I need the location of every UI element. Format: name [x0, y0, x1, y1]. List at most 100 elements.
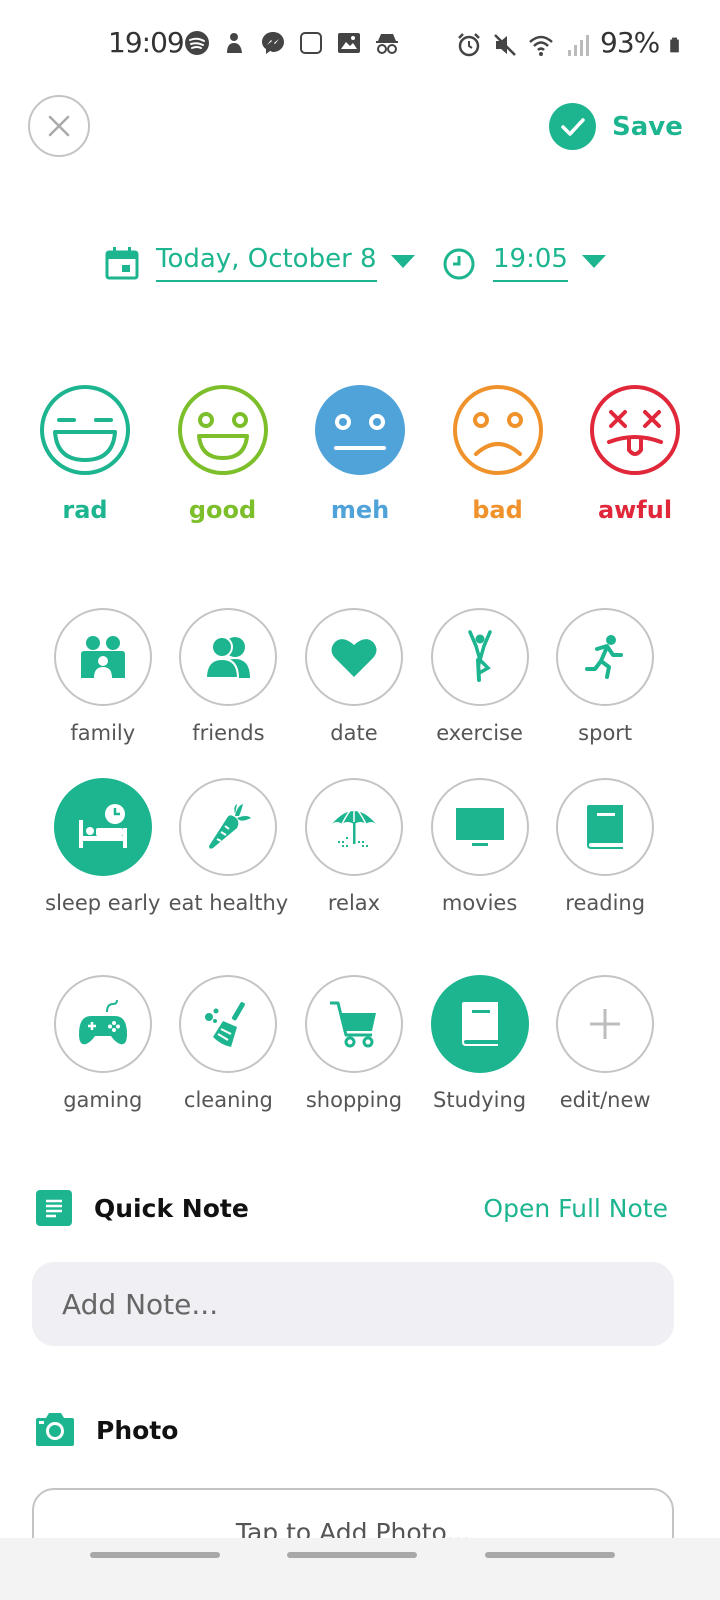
activity-circle: [430, 608, 529, 706]
save-label: Save: [612, 111, 683, 142]
activity-edit-new[interactable]: edit/new: [542, 975, 668, 1125]
mood-label: rad: [62, 496, 108, 524]
camera-icon: [36, 1413, 74, 1446]
navigation-bar: [0, 1538, 720, 1600]
activity-circle: [556, 975, 655, 1073]
calendar-icon: [105, 247, 139, 280]
mood-good[interactable]: good: [158, 384, 288, 524]
rad-face-icon: [40, 385, 130, 475]
note-icon: [36, 1190, 72, 1226]
battery-percent: 93%: [600, 26, 660, 59]
activity-family[interactable]: family: [40, 608, 166, 778]
activity-circle: [556, 778, 655, 876]
status-bar: 19:09 93%: [0, 0, 720, 88]
open-full-note-link[interactable]: Open Full Note: [483, 1194, 668, 1223]
activity-label: family: [70, 721, 136, 745]
activity-label: relax: [327, 891, 381, 915]
activity-circle: [179, 608, 278, 706]
activity-cleaning[interactable]: cleaning: [166, 975, 292, 1125]
mood-bad[interactable]: bad: [433, 384, 563, 524]
meh-face-icon: [315, 385, 405, 475]
system-icons: 93%: [456, 26, 685, 59]
photo-title: Photo: [96, 1415, 179, 1445]
mood-rad[interactable]: rad: [20, 384, 150, 524]
mood-awful[interactable]: awful: [570, 384, 700, 524]
nav-home-gesture[interactable]: [287, 1552, 417, 1558]
mute-icon: [494, 33, 516, 56]
activity-label: edit/new: [559, 1088, 651, 1112]
date-picker[interactable]: Today, October 8: [104, 244, 415, 282]
spotify-icon: [185, 31, 209, 55]
photo-header: Photo: [34, 1412, 178, 1448]
activity-date[interactable]: date: [291, 608, 417, 778]
activity-label: gaming: [63, 1088, 143, 1112]
activity-shopping[interactable]: shopping: [291, 975, 417, 1125]
book-icon: [461, 1002, 498, 1046]
square-icon: [300, 32, 322, 54]
activity-gaming[interactable]: gaming: [40, 975, 166, 1125]
gamepad-icon: [78, 1000, 127, 1045]
activity-circle: [53, 608, 152, 706]
activity-sleep-early[interactable]: sleep early: [40, 778, 166, 975]
activity-label: friends: [192, 721, 265, 745]
running-icon: [585, 635, 624, 679]
clock-icon: [443, 248, 475, 280]
bad-face-icon: [452, 385, 543, 475]
activity-exercise[interactable]: exercise: [417, 608, 543, 778]
activity-friends[interactable]: friends: [166, 608, 292, 778]
mood-meh[interactable]: meh: [295, 384, 425, 524]
save-button[interactable]: Save: [549, 103, 683, 150]
activity-circle: [304, 608, 403, 706]
activity-label: shopping: [305, 1088, 403, 1112]
activity-circle: [304, 778, 403, 876]
mood-label: awful: [597, 496, 673, 524]
activity-movies[interactable]: movies: [417, 778, 543, 975]
beach-umbrella-icon: [331, 804, 376, 847]
activity-label: eat healthy: [168, 891, 289, 915]
activity-circle: [179, 975, 278, 1073]
good-face-icon: [177, 385, 268, 475]
alarm-icon: [458, 32, 480, 56]
chevron-down-icon: [390, 254, 415, 268]
activity-sport[interactable]: sport: [542, 608, 668, 778]
activity-label: sleep early: [45, 891, 161, 915]
time-picker[interactable]: 19:05: [441, 244, 606, 282]
close-icon: [48, 115, 70, 137]
bed-clock-icon: [78, 804, 127, 848]
nav-recents-gesture[interactable]: [485, 1552, 615, 1558]
quick-note-title: Quick Note: [94, 1193, 249, 1223]
incognito-icon: [376, 34, 398, 54]
wifi-icon: [529, 35, 553, 56]
activity-relax[interactable]: relax: [291, 778, 417, 975]
activity-studying[interactable]: Studying: [417, 975, 543, 1125]
quick-note-header: Quick Note Open Full Note: [36, 1190, 668, 1226]
date-value: Today, October 8: [156, 244, 377, 282]
activity-circle: [53, 778, 152, 876]
activity-label: exercise: [436, 721, 523, 745]
friends-icon: [205, 636, 251, 679]
chevron-down-icon: [581, 254, 606, 268]
mood-selector: rad good meh bad awful: [20, 384, 700, 524]
notification-icons: [184, 30, 400, 56]
activity-circle: [53, 975, 152, 1073]
add-note-input[interactable]: [32, 1262, 674, 1346]
battery-icon: [670, 37, 680, 52]
cart-icon: [329, 1001, 376, 1048]
mood-label: good: [188, 496, 257, 524]
user-status-icon: [227, 33, 242, 53]
mood-label: bad: [472, 496, 523, 524]
activity-circle: [179, 778, 278, 876]
nav-back-gesture[interactable]: [90, 1552, 220, 1558]
close-button[interactable]: [28, 95, 90, 157]
activity-reading[interactable]: reading: [542, 778, 668, 975]
activity-circle: [304, 975, 403, 1073]
carrot-icon: [209, 804, 252, 849]
activity-eat-healthy[interactable]: eat healthy: [166, 778, 292, 975]
family-icon: [80, 636, 125, 678]
activity-circle: [430, 975, 529, 1073]
mood-label: meh: [330, 496, 390, 524]
activity-label: sport: [578, 721, 633, 745]
gallery-icon: [338, 33, 360, 53]
signal-icon: [568, 34, 589, 56]
activity-label: movies: [441, 891, 518, 915]
